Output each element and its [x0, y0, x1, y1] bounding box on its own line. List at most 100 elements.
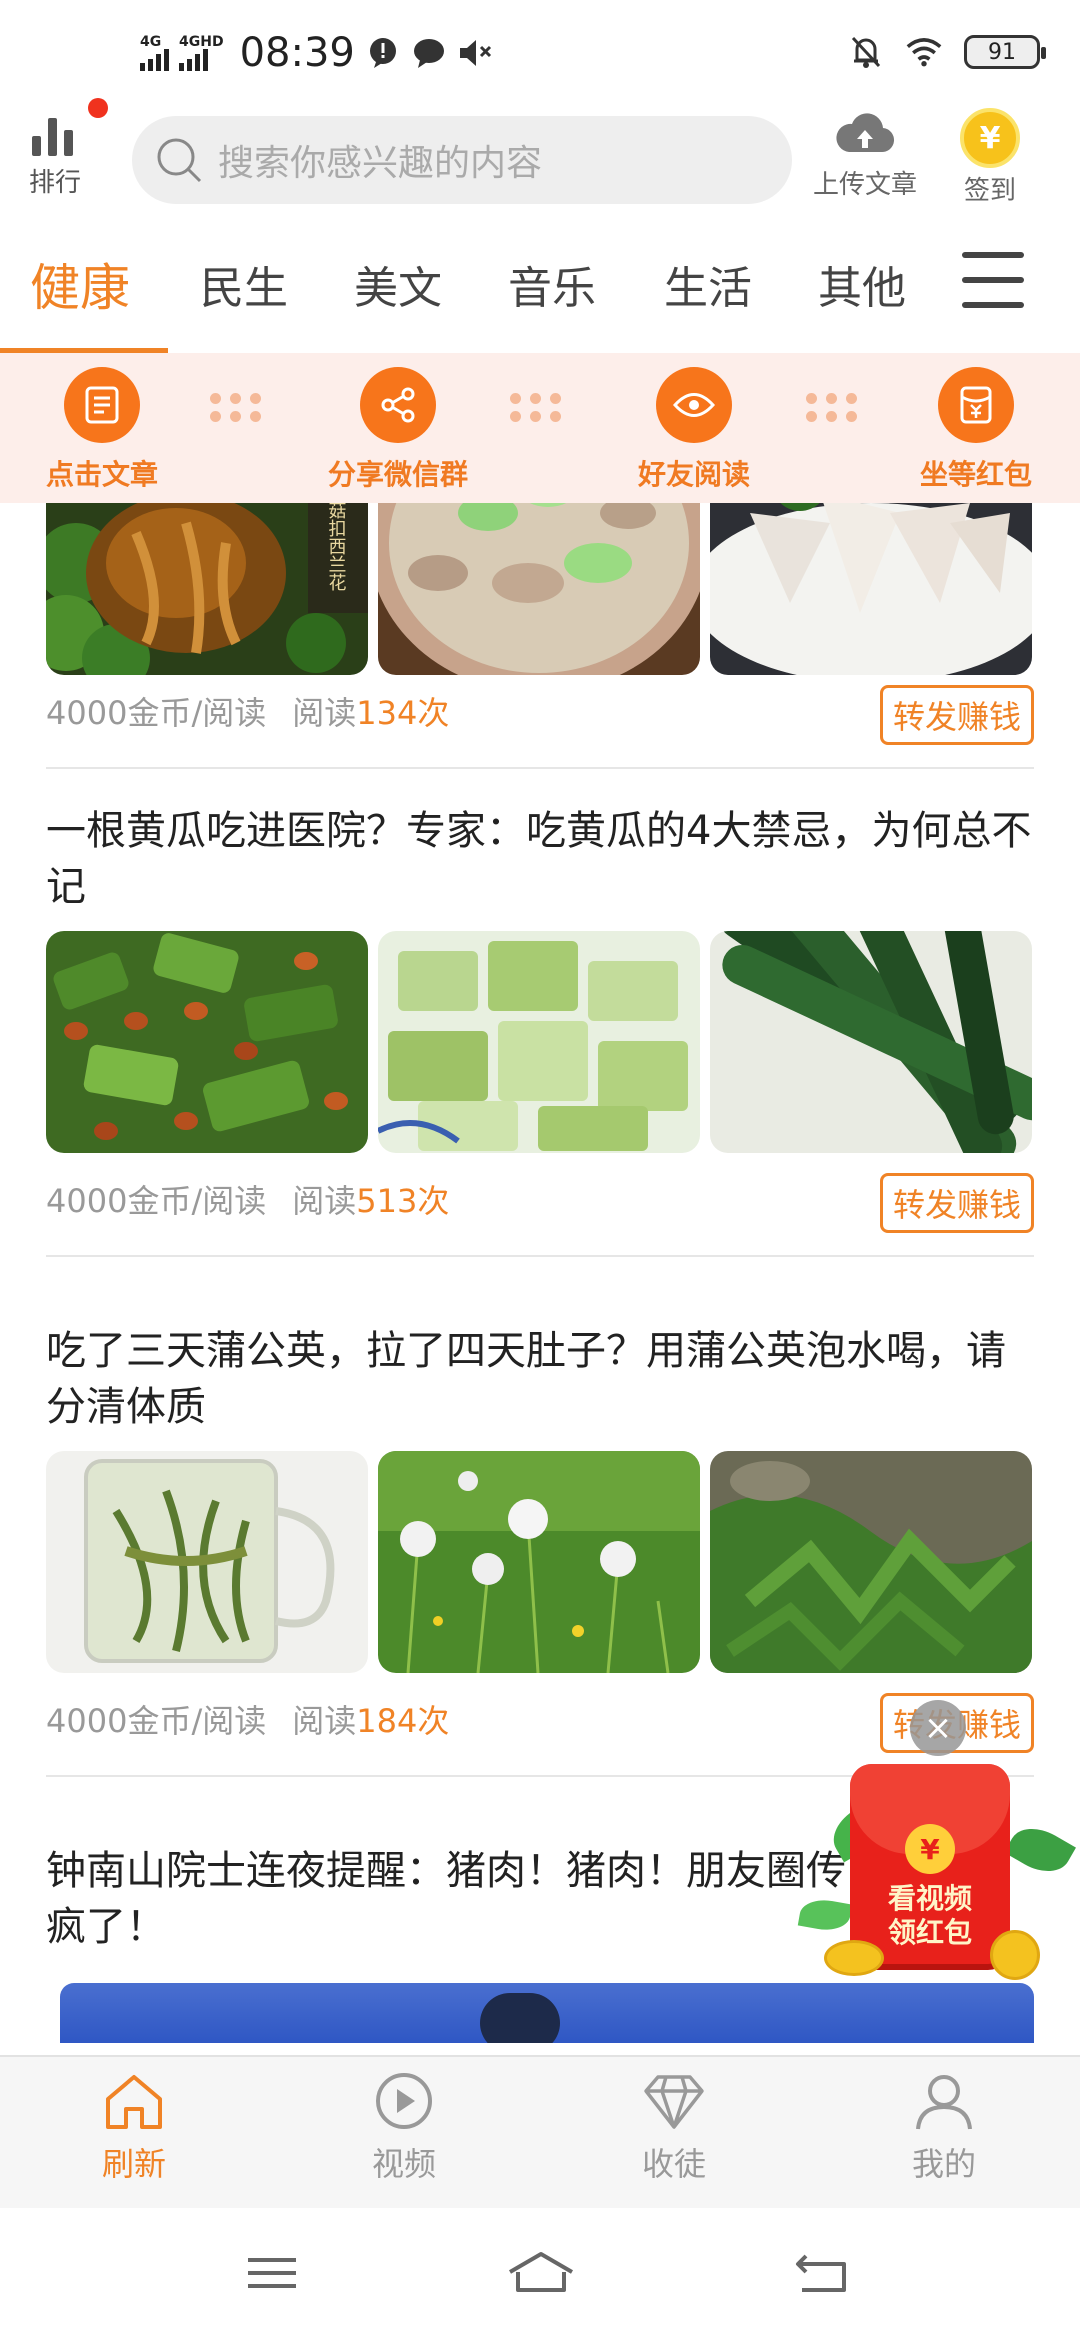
- read-count: 阅读184次: [292, 1702, 450, 1740]
- search-input[interactable]: 搜索你感兴趣的内容: [132, 116, 792, 204]
- article-title[interactable]: 吃了三天蒲公英，拉了四天肚子？用蒲公英泡水喝，请分清体质: [46, 1323, 1034, 1435]
- red-packet-text: 看视频 领红包: [887, 1882, 972, 1949]
- battery-indicator: 91: [964, 35, 1046, 69]
- article-image-squid-slices: [710, 503, 1032, 675]
- status-left: 4G 4GHD 08:39: [140, 30, 493, 76]
- coin-icon: ¥: [905, 1824, 955, 1874]
- nav-refresh[interactable]: 刷新: [74, 2071, 194, 2185]
- step-dots: [210, 387, 270, 427]
- video-red-packet-ad[interactable]: ¥ 看视频 领红包 ×: [797, 1700, 1080, 2000]
- rank-label: 排行: [28, 168, 81, 198]
- network-type-1: 4G: [140, 34, 162, 50]
- article-meta: 4000金币/阅读 阅读134次 转发赚钱: [46, 681, 1034, 745]
- nav-label: 收徒: [641, 2145, 706, 2183]
- diamond-icon: [644, 2075, 704, 2129]
- article-card[interactable]: 草菇扣西兰花 4000金币/阅读 阅读134次 转发赚钱: [46, 503, 1034, 769]
- red-packet-icon[interactable]: ¥ 看视频 领红包: [850, 1764, 1010, 1964]
- decor-leaf: [1004, 1817, 1076, 1883]
- status-right: 91: [848, 34, 1046, 70]
- system-navigation-bar: [0, 2208, 1080, 2340]
- read-count: 阅读513次: [292, 1182, 450, 1220]
- share-icon: [360, 367, 436, 443]
- battery-level: 91: [988, 39, 1016, 65]
- step-share-wechat[interactable]: 分享微信群: [318, 367, 478, 493]
- search-placeholder: 搜索你感兴趣的内容: [218, 143, 543, 184]
- coin-rate: 4000金币/阅读: [46, 1182, 267, 1220]
- signal-bars-icon: [140, 49, 169, 71]
- coin-rate: 4000金币/阅读: [46, 1702, 267, 1740]
- read-count: 阅读134次: [292, 694, 450, 732]
- back-icon[interactable]: [792, 2248, 852, 2298]
- tab-life[interactable]: 生活: [664, 252, 752, 316]
- article-icon: [64, 367, 140, 443]
- rank-button[interactable]: 排行: [22, 110, 88, 199]
- bar-chart-icon: [32, 118, 73, 156]
- search-icon: [157, 138, 202, 183]
- coin-stack-icon: [824, 1940, 884, 1976]
- step-click-article[interactable]: 点击文章: [22, 367, 182, 493]
- step-dots: [806, 387, 866, 427]
- upload-article-button[interactable]: 上传文章: [800, 110, 930, 201]
- status-bar: 4G 4GHD 08:39 91: [0, 0, 1080, 110]
- article-image-dandelion-tea: [46, 1451, 368, 1673]
- nav-label: 视频: [371, 2145, 436, 2183]
- home-button-icon[interactable]: [506, 2248, 576, 2298]
- app-header: 排行 搜索你感兴趣的内容 上传文章 ¥ 签到: [0, 98, 1080, 220]
- decor-leaf: [797, 1895, 853, 1935]
- step-dots: [510, 387, 570, 427]
- category-tabs: 健康 民生 美文 音乐 生活 其他: [0, 238, 1080, 353]
- svg-text:草菇扣西兰花: 草菇扣西兰花: [326, 503, 347, 591]
- tab-other[interactable]: 其他: [818, 252, 906, 316]
- network-type-2: 4GHD: [179, 34, 224, 50]
- notification-dot: [88, 98, 108, 118]
- tab-health[interactable]: 健康: [30, 248, 130, 320]
- step-label: 分享微信群: [327, 458, 468, 491]
- wifi-icon: [906, 34, 942, 70]
- tab-essays[interactable]: 美文: [354, 252, 442, 316]
- nav-mine[interactable]: 我的: [884, 2071, 1004, 2185]
- step-label: 坐等红包: [919, 458, 1032, 491]
- article-image-soup: [378, 503, 700, 675]
- article-image-dandelion-plants: [710, 1451, 1032, 1673]
- nav-label: 刷新: [101, 2145, 166, 2183]
- alert-icon: [365, 35, 401, 71]
- checkin-button[interactable]: ¥ 签到: [950, 108, 1030, 207]
- article-image-cucumbers: [710, 931, 1032, 1153]
- message-icon: [411, 35, 447, 71]
- eye-icon: [656, 367, 732, 443]
- tab-music[interactable]: 音乐: [508, 252, 596, 316]
- article-images: [46, 931, 1034, 1153]
- divider: [46, 1255, 1034, 1257]
- article-title[interactable]: 钟南山院士连夜提醒：猪肉！猪肉！朋友圈传疯了！: [46, 1843, 846, 1955]
- step-friends-read[interactable]: 好友阅读: [614, 367, 774, 493]
- home-icon: [106, 2075, 162, 2129]
- article-title[interactable]: 一根黄瓜吃进医院？专家：吃黄瓜的4大禁忌，为何总不记: [46, 803, 1034, 915]
- step-label: 点击文章: [45, 458, 158, 491]
- article-image-dandelion-field: [378, 1451, 700, 1673]
- share-earn-button[interactable]: 转发赚钱: [879, 1173, 1034, 1233]
- upload-label: 上传文章: [812, 170, 917, 200]
- earn-steps-banner: 点击文章 分享微信群 好友阅读 坐等红包: [0, 353, 1080, 503]
- article-image-cucumber-peanuts: [46, 931, 368, 1153]
- tab-livelihood[interactable]: 民生: [200, 252, 288, 316]
- cloud-upload-icon: [836, 113, 895, 153]
- recent-apps-icon[interactable]: [242, 2248, 302, 2298]
- step-wait-red-packet[interactable]: 坐等红包: [896, 367, 1056, 493]
- signal-bars-icon: [179, 49, 208, 71]
- nav-recruit[interactable]: 收徒: [614, 2071, 734, 2185]
- bottom-navigation: 刷新 视频 收徒 我的: [0, 2055, 1080, 2208]
- nav-video[interactable]: 视频: [344, 2071, 464, 2185]
- divider: [46, 767, 1034, 769]
- close-icon[interactable]: ×: [910, 1700, 966, 1756]
- bell-muted-icon: [848, 34, 884, 70]
- red-envelope-icon: [938, 367, 1014, 443]
- share-earn-button[interactable]: 转发赚钱: [879, 685, 1034, 745]
- play-icon: [376, 2073, 432, 2129]
- menu-icon[interactable]: [962, 252, 1024, 308]
- user-icon: [916, 2075, 972, 2130]
- article-card[interactable]: 一根黄瓜吃进医院？专家：吃黄瓜的4大禁忌，为何总不记 4000金币/阅读 阅读5…: [46, 803, 1034, 1257]
- step-label: 好友阅读: [637, 458, 750, 491]
- article-images: [46, 1451, 1034, 1673]
- article-images: 草菇扣西兰花: [46, 503, 1034, 675]
- coin-rate: 4000金币/阅读: [46, 694, 267, 732]
